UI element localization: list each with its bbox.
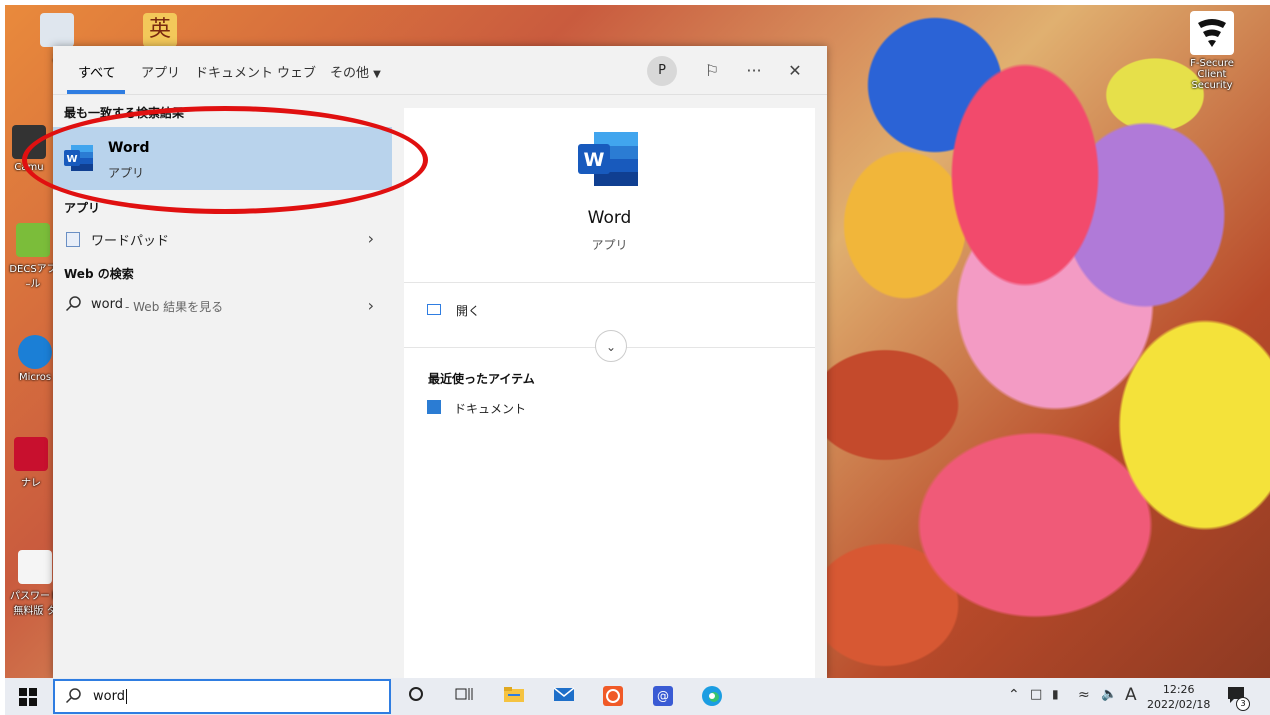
tab-more-label: その他 — [330, 66, 370, 81]
taskbar: word @ ⌃ □ ▮ ≈ 🔈 A 12:26 2022/02/18 3 — [5, 678, 1270, 715]
recent-items-header: 最近使ったアイテム — [428, 372, 535, 386]
recycle-bin-icon — [40, 13, 74, 47]
search-scope-bar: すべて アプリ ドキュメント ウェブ その他 ▼ P ⚐ ··· ✕ — [53, 46, 827, 95]
mail-client-icon[interactable]: @ — [651, 685, 675, 709]
feedback-icon[interactable]: ⚐ — [697, 58, 727, 84]
chevron-up-icon[interactable]: ⌃ — [1008, 687, 1020, 703]
app-icon — [16, 223, 50, 257]
recent-item[interactable]: ドキュメント — [426, 398, 806, 422]
open-action[interactable]: 開く — [426, 300, 806, 326]
best-match-word[interactable]: W Word アプリ — [53, 127, 392, 190]
security-icon[interactable]: ▮ — [1052, 687, 1059, 701]
best-match-title: Word — [108, 140, 150, 156]
search-icon — [65, 295, 83, 317]
results-column: 最も一致する検索結果 W Word アプリ アプリ ワードパッド › Web の… — [53, 95, 392, 678]
mail-icon[interactable] — [552, 685, 576, 709]
list-item-web-search[interactable]: word - Web 結果を見る › — [53, 289, 392, 321]
app-icon — [18, 550, 52, 584]
tab-documents[interactable]: ドキュメント — [195, 62, 273, 81]
open-label: 開く — [456, 304, 481, 318]
desktop-top-app-icon[interactable]: 英 — [143, 13, 177, 47]
app-icon[interactable] — [601, 685, 625, 709]
cortana-icon[interactable] — [404, 685, 428, 709]
word-icon: W — [63, 144, 95, 172]
preview-subtitle: アプリ — [591, 238, 628, 252]
task-view-icon[interactable] — [452, 685, 476, 709]
best-match-subtitle: アプリ — [108, 166, 145, 180]
more-options-icon[interactable]: ··· — [739, 58, 769, 84]
start-search-panel: すべて アプリ ドキュメント ウェブ その他 ▼ P ⚐ ··· ✕ 最も一致す… — [53, 46, 827, 678]
desktop-icon-camu[interactable]: Camu — [5, 125, 59, 173]
svg-text:W: W — [66, 154, 77, 165]
tab-web[interactable]: ウェブ — [277, 62, 316, 81]
web-search-header: Web の検索 — [64, 267, 134, 281]
chevron-right-icon: › — [367, 229, 374, 248]
word-icon: W — [576, 130, 640, 192]
chevron-right-icon: › — [367, 296, 374, 315]
search-icon — [65, 687, 83, 709]
wordpad-icon — [66, 232, 80, 247]
wifi-icon[interactable]: ≈ — [1078, 687, 1090, 703]
clock-time: 12:26 — [1162, 683, 1195, 696]
clock-date: 2022/02/18 — [1147, 698, 1211, 711]
web-search-suffix: - Web 結果を見る — [125, 300, 224, 314]
divider — [404, 282, 815, 283]
app-icon — [14, 437, 48, 471]
wordpad-label: ワードパッド — [91, 234, 170, 249]
expand-button[interactable]: ⌄ — [595, 330, 627, 362]
fsecure-icon — [1190, 11, 1234, 55]
app-icon — [12, 125, 46, 159]
svg-text:W: W — [584, 149, 605, 171]
tab-more[interactable]: その他 ▼ — [330, 62, 381, 81]
svg-text:@: @ — [657, 689, 669, 703]
avatar[interactable]: P — [647, 56, 677, 86]
search-input[interactable]: word — [93, 689, 127, 704]
desktop-icon-fsecure[interactable]: F-Secure Client Security — [1177, 11, 1247, 91]
word-document-icon — [427, 400, 441, 414]
chevron-down-icon: ▼ — [373, 69, 381, 80]
taskbar-search-box[interactable]: word — [53, 679, 391, 714]
start-button[interactable] — [19, 688, 37, 706]
preview-title: Word — [587, 208, 632, 228]
file-explorer-icon[interactable] — [502, 685, 526, 709]
best-match-header: 最も一致する検索結果 — [64, 106, 185, 120]
close-icon[interactable]: ✕ — [780, 58, 810, 84]
active-tab-indicator — [67, 90, 125, 94]
preview-pane: W Word アプリ 開く ⌄ 最近使ったアイテム ドキュメント — [404, 108, 815, 678]
tab-all[interactable]: すべて — [78, 62, 116, 81]
volume-icon[interactable]: 🔈 — [1101, 687, 1117, 702]
recent-item-label: ドキュメント — [454, 402, 527, 416]
clock[interactable]: 12:26 2022/02/18 — [1147, 682, 1210, 712]
edge-icon[interactable] — [700, 685, 724, 709]
meet-now-icon[interactable]: □ — [1030, 687, 1042, 702]
open-icon — [427, 304, 441, 315]
apps-header: アプリ — [64, 201, 101, 215]
notification-badge: 3 — [1236, 697, 1250, 711]
chevron-down-icon: ⌄ — [605, 340, 617, 354]
list-item-wordpad[interactable]: ワードパッド › — [53, 222, 392, 254]
web-search-query: word — [91, 297, 123, 312]
notification-button[interactable]: 3 — [1227, 686, 1251, 711]
edge-icon — [18, 335, 52, 369]
windows-icon — [19, 688, 37, 706]
ime-indicator[interactable]: A — [1125, 685, 1137, 705]
tab-apps[interactable]: アプリ — [141, 62, 180, 81]
